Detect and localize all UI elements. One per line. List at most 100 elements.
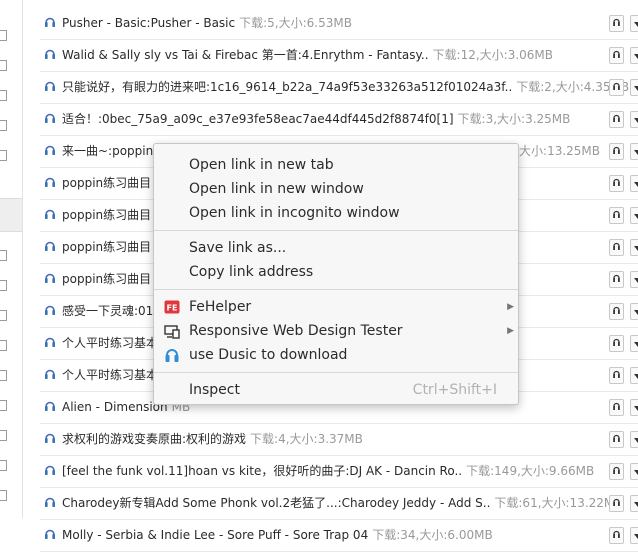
download-button[interactable]: [630, 399, 638, 416]
download-button[interactable]: [630, 303, 638, 320]
song-title-link[interactable]: poppin练习曲目！: [62, 176, 163, 190]
headphones-icon: [44, 112, 56, 124]
menu-open-new-tab[interactable]: Open link in new tab: [154, 153, 518, 177]
sidebar-checkbox[interactable]: [0, 90, 7, 101]
sidebar-checkbox[interactable]: [0, 250, 7, 261]
play-button[interactable]: [609, 463, 624, 480]
song-title-link[interactable]: 感受一下灵魂:01.: [62, 304, 157, 318]
download-icon: [634, 17, 638, 31]
sidebar-checkbox[interactable]: [0, 400, 7, 411]
play-button[interactable]: [609, 79, 624, 96]
play-button[interactable]: [609, 239, 624, 256]
play-button[interactable]: [609, 111, 624, 128]
download-button[interactable]: [630, 527, 638, 544]
song-row: Pusher - Basic:Pusher - Basic 下载:5,大小:6.5…: [40, 8, 638, 40]
play-button[interactable]: [609, 175, 624, 192]
song-title-link[interactable]: 只能说好，有眼力的进来吧:1c16_9614_b22a_74a9f53e3326…: [62, 80, 512, 94]
play-button[interactable]: [609, 15, 624, 32]
sidebar-checkbox[interactable]: [0, 60, 7, 71]
play-button[interactable]: [609, 207, 624, 224]
song-meta: 下载:149,大小:9.66MB: [466, 464, 594, 478]
play-button[interactable]: [609, 335, 624, 352]
sidebar-checkbox[interactable]: [0, 30, 7, 41]
play-button[interactable]: [609, 399, 624, 416]
song-text: Walid & Sally sly vs Tai & Firebac 第一首:4…: [62, 48, 553, 63]
menu-responsive-tester[interactable]: Responsive Web Design Tester ▶: [154, 319, 518, 343]
download-icon: [634, 433, 638, 447]
download-icon: [634, 465, 638, 479]
song-meta: 下载:61,大小:13.22MB: [494, 496, 622, 510]
song-title-link[interactable]: Charodey新专辑Add Some Phonk vol.2老猛了...:Ch…: [62, 496, 490, 510]
download-button[interactable]: [630, 207, 638, 224]
play-icon: [612, 241, 621, 255]
download-button[interactable]: [630, 111, 638, 128]
play-button[interactable]: [609, 143, 624, 160]
sidebar-checkbox[interactable]: [0, 490, 7, 501]
song-meta: 下载:5,大小:6.53MB: [239, 16, 352, 30]
song-title-link[interactable]: 个人平时练习基本: [62, 336, 158, 350]
song-title-link[interactable]: 求权利的游戏变奏原曲:权利的游戏: [62, 432, 246, 446]
song-row: Walid & Sally sly vs Tai & Firebac 第一首:4…: [40, 40, 638, 72]
sidebar-checkbox[interactable]: [0, 150, 7, 161]
sidebar-checkbox[interactable]: [0, 310, 7, 321]
song-title-link[interactable]: poppin练习曲目！: [62, 272, 163, 286]
song-title-link[interactable]: poppin练习曲目！: [62, 208, 163, 222]
download-button[interactable]: [630, 431, 638, 448]
play-button[interactable]: [609, 527, 624, 544]
menu-open-new-window[interactable]: Open link in new window: [154, 177, 518, 201]
play-button[interactable]: [609, 431, 624, 448]
song-title-link[interactable]: Alien - Dimension: [62, 400, 168, 414]
download-button[interactable]: [630, 143, 638, 160]
play-button[interactable]: [609, 495, 624, 512]
song-title-link[interactable]: Molly - Serbia & Indie Lee - Sore Puff -…: [62, 528, 368, 542]
menu-separator: [154, 230, 518, 231]
play-icon: [612, 113, 621, 127]
song-text: Molly - Serbia & Indie Lee - Sore Puff -…: [62, 528, 493, 543]
download-button[interactable]: [630, 495, 638, 512]
song-title-link[interactable]: [feel the funk vol.11]hoan vs kite，很好听的曲…: [62, 464, 462, 478]
play-button[interactable]: [609, 367, 624, 384]
download-button[interactable]: [630, 175, 638, 192]
headphones-icon: [44, 336, 56, 348]
download-button[interactable]: [630, 271, 638, 288]
sidebar-checkbox[interactable]: [0, 280, 7, 291]
sidebar-checkbox[interactable]: [0, 370, 7, 381]
menu-save-link[interactable]: Save link as...: [154, 236, 518, 260]
play-button[interactable]: [609, 303, 624, 320]
song-title-link[interactable]: Walid & Sally sly vs Tai & Firebac 第一首:4…: [62, 48, 429, 62]
menu-inspect[interactable]: Inspect Ctrl+Shift+I: [154, 378, 518, 402]
play-button[interactable]: [609, 47, 624, 64]
headphones-icon: [44, 528, 56, 540]
menu-open-incognito[interactable]: Open link in incognito window: [154, 201, 518, 225]
play-button[interactable]: [609, 271, 624, 288]
headphones-icon: [44, 16, 56, 28]
download-icon: [634, 305, 638, 319]
song-title-link[interactable]: 适合！:0bec_75a9_a09c_e37e93fe58eac7ae44df4…: [62, 112, 454, 126]
song-text: Charodey新专辑Add Some Phonk vol.2老猛了...:Ch…: [62, 496, 623, 511]
menu-dusic[interactable]: use Dusic to download: [154, 343, 518, 367]
download-icon: [634, 81, 638, 95]
download-button[interactable]: [630, 47, 638, 64]
menu-copy-link[interactable]: Copy link address: [154, 260, 518, 284]
download-button[interactable]: [630, 335, 638, 352]
download-button[interactable]: [630, 463, 638, 480]
menu-fehelper[interactable]: FE FeHelper ▶: [154, 295, 518, 319]
download-button[interactable]: [630, 79, 638, 96]
download-icon: [634, 113, 638, 127]
download-icon: [634, 145, 638, 159]
song-title-link[interactable]: Pusher - Basic:Pusher - Basic: [62, 16, 235, 30]
song-text: 只能说好，有眼力的进来吧:1c16_9614_b22a_74a9f53e3326…: [62, 80, 629, 95]
sidebar-checkbox[interactable]: [0, 120, 7, 131]
sidebar-checkbox[interactable]: [0, 460, 7, 471]
play-icon: [612, 209, 621, 223]
left-sidebar: [0, 0, 23, 518]
download-button[interactable]: [630, 15, 638, 32]
song-title-link[interactable]: poppin练习曲目！: [62, 240, 163, 254]
song-text: poppin练习曲目！: [62, 176, 167, 191]
song-title-link[interactable]: 个人平时练习基本: [62, 368, 158, 382]
sidebar-checkbox[interactable]: [0, 340, 7, 351]
download-button[interactable]: [630, 367, 638, 384]
sidebar-checkbox[interactable]: [0, 430, 7, 441]
download-button[interactable]: [630, 239, 638, 256]
menu-shortcut: Ctrl+Shift+I: [413, 378, 497, 402]
